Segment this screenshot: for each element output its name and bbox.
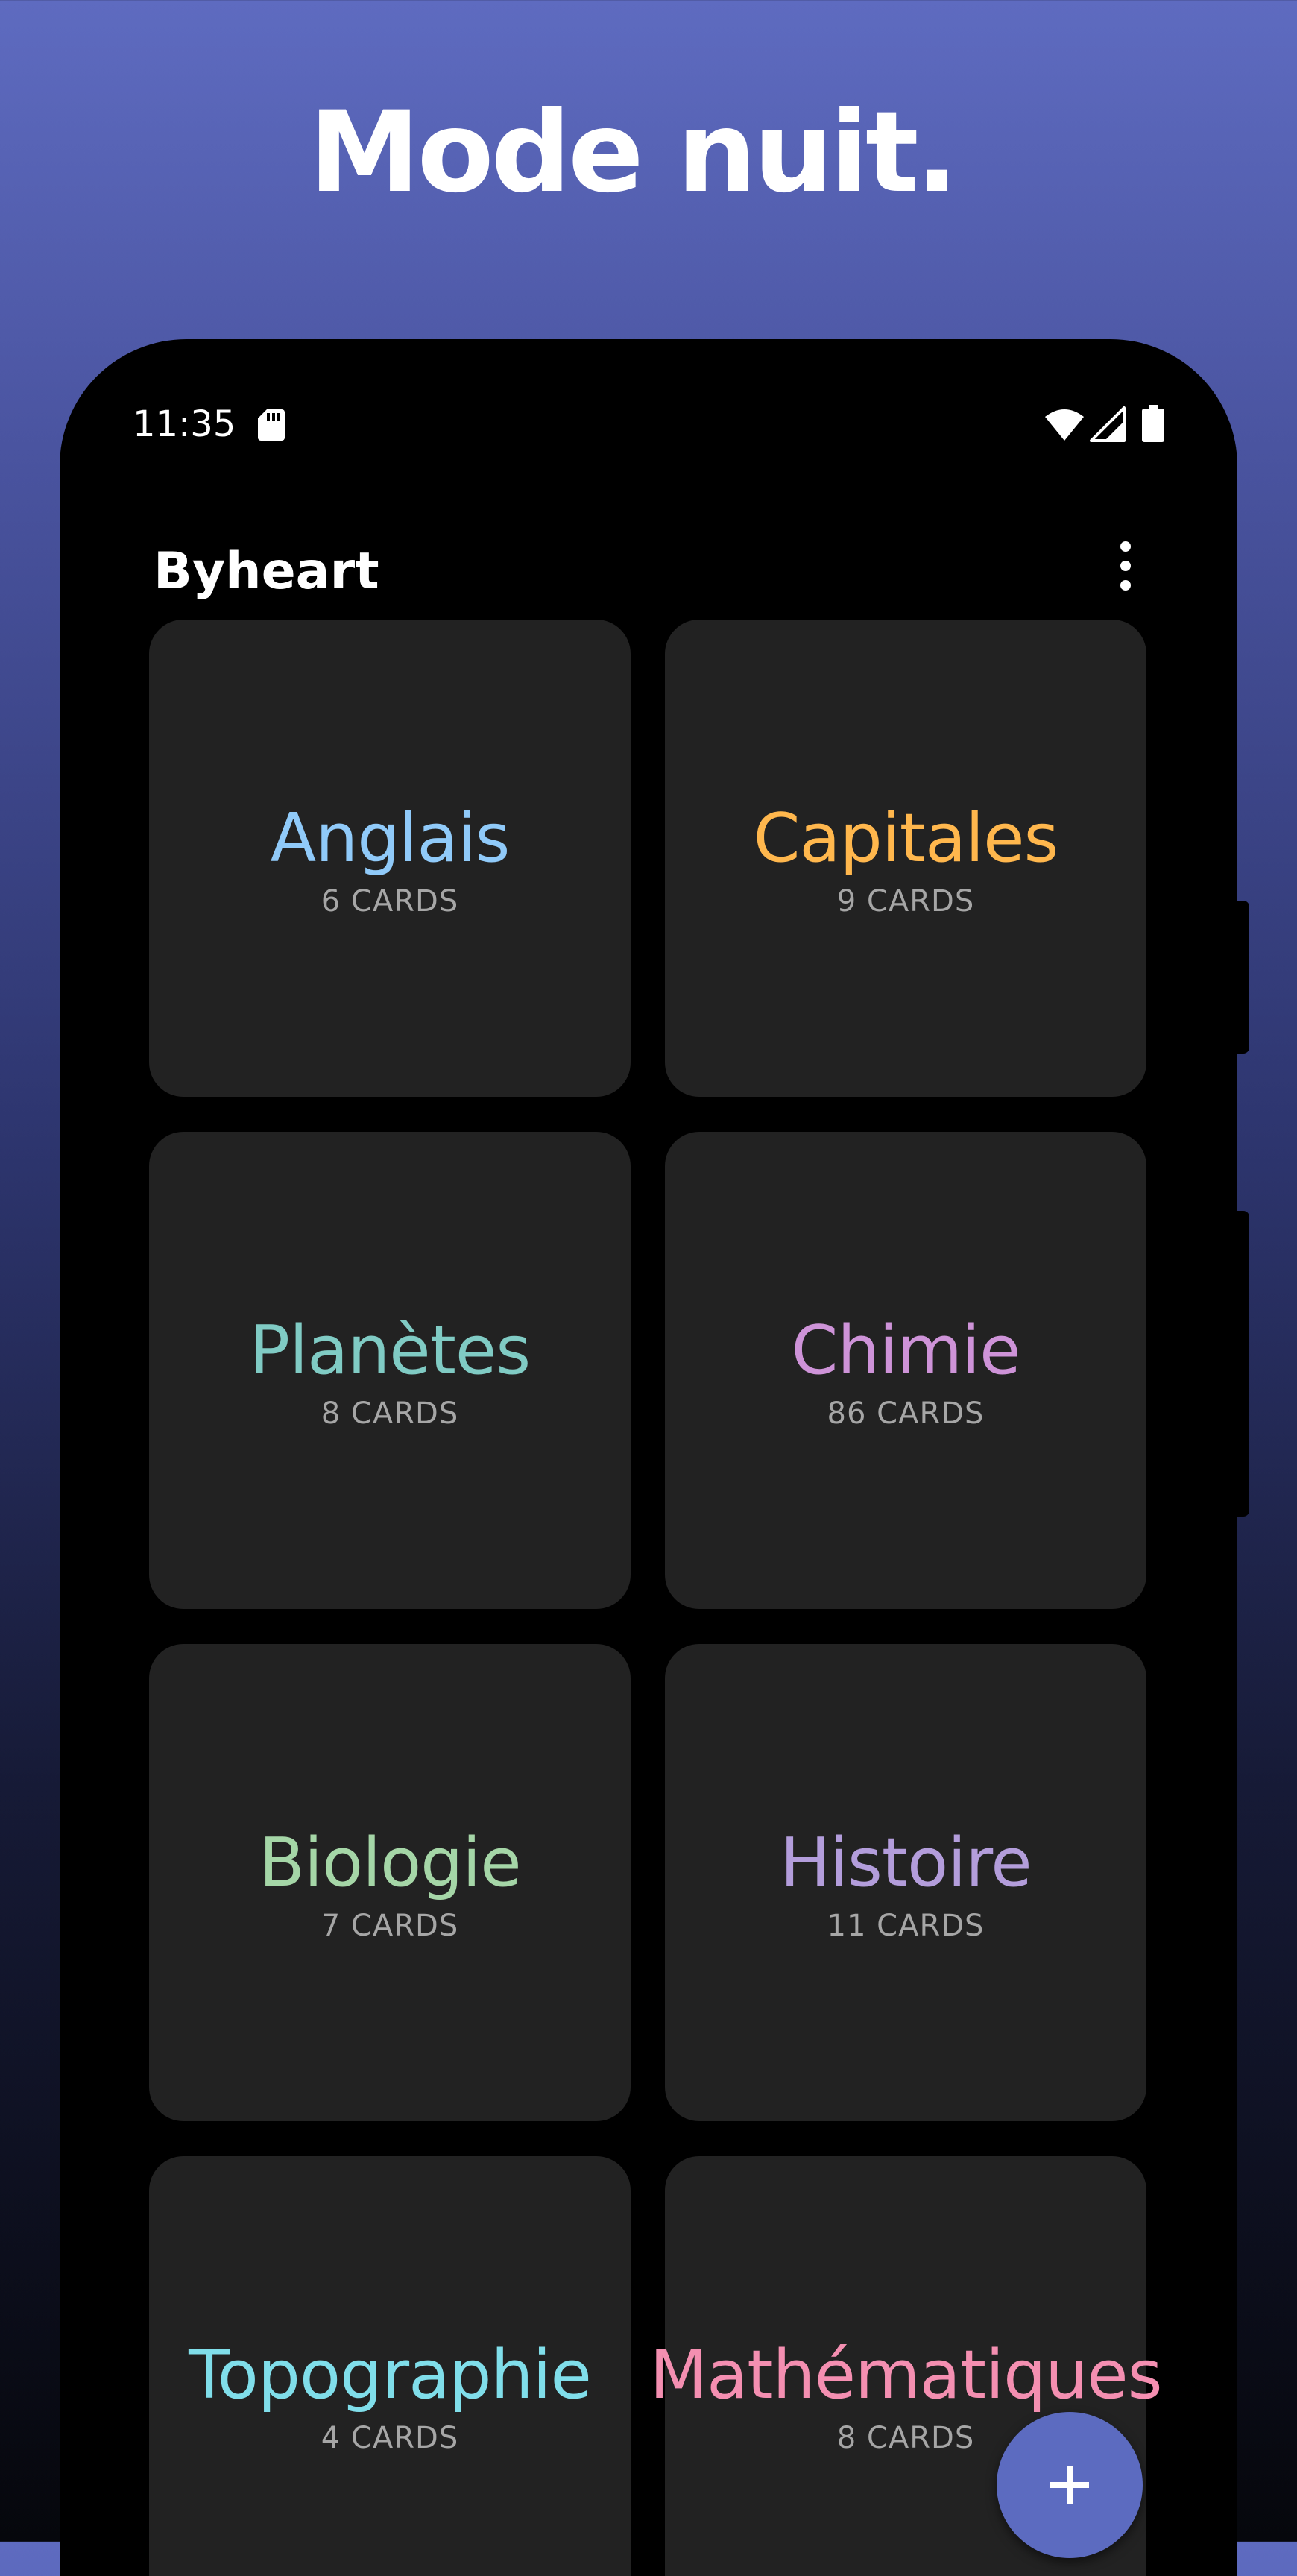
deck-grid: Anglais 6 CARDS Capitales 9 CARDS Planètes 8 … [149, 620, 1163, 2576]
sd-card-icon [258, 409, 285, 441]
add-deck-button[interactable] [997, 2412, 1143, 2558]
deck-card-count: 86 CARDS [827, 1396, 985, 1431]
deck-card[interactable]: Planètes 8 CARDS [149, 1132, 631, 1609]
deck-card-count: 8 CARDS [836, 2421, 975, 2455]
deck-card-count: 7 CARDS [321, 1909, 459, 1943]
deck-card-count: 4 CARDS [321, 2421, 459, 2455]
deck-card[interactable]: Anglais 6 CARDS [149, 620, 631, 1097]
phone-screen: 11:35 Byheart Anglais 6 CARDS Capitales 9 C… [60, 339, 1237, 2576]
deck-card[interactable]: Histoire 11 CARDS [665, 1644, 1146, 2121]
plus-icon [1050, 2466, 1089, 2504]
deck-name: Histoire [780, 1824, 1032, 1902]
deck-card-count: 6 CARDS [321, 884, 459, 919]
deck-card[interactable]: Chimie 86 CARDS [665, 1132, 1146, 1609]
deck-card[interactable]: Capitales 9 CARDS [665, 620, 1146, 1097]
deck-name: Planètes [249, 1311, 531, 1390]
status-bar: 11:35 [60, 339, 1237, 511]
more-vert-icon[interactable] [1111, 539, 1140, 593]
phone-side-button [1237, 901, 1249, 1054]
deck-card[interactable]: Biologie 7 CARDS [149, 1644, 631, 2121]
deck-card-count: 9 CARDS [836, 884, 975, 919]
wifi-icon [1045, 409, 1084, 441]
status-time: 11:35 [133, 403, 236, 445]
deck-card[interactable]: Topographie 4 CARDS [149, 2156, 631, 2576]
battery-icon [1142, 405, 1164, 442]
deck-name: Biologie [259, 1824, 521, 1902]
deck-card-count: 11 CARDS [827, 1909, 985, 1943]
deck-name: Capitales [753, 799, 1059, 878]
app-title: Byheart [154, 542, 379, 601]
deck-name: Topographie [189, 2336, 592, 2414]
deck-name: Anglais [270, 799, 511, 878]
signal-icon [1090, 406, 1126, 442]
app-bar: Byheart [60, 511, 1237, 615]
deck-name: Chimie [791, 1311, 1021, 1390]
phone-side-button [1237, 1211, 1249, 1517]
headline: Mode nuit. [309, 88, 958, 218]
deck-name: Mathématiques [649, 2336, 1162, 2414]
deck-card-count: 8 CARDS [321, 1396, 459, 1431]
